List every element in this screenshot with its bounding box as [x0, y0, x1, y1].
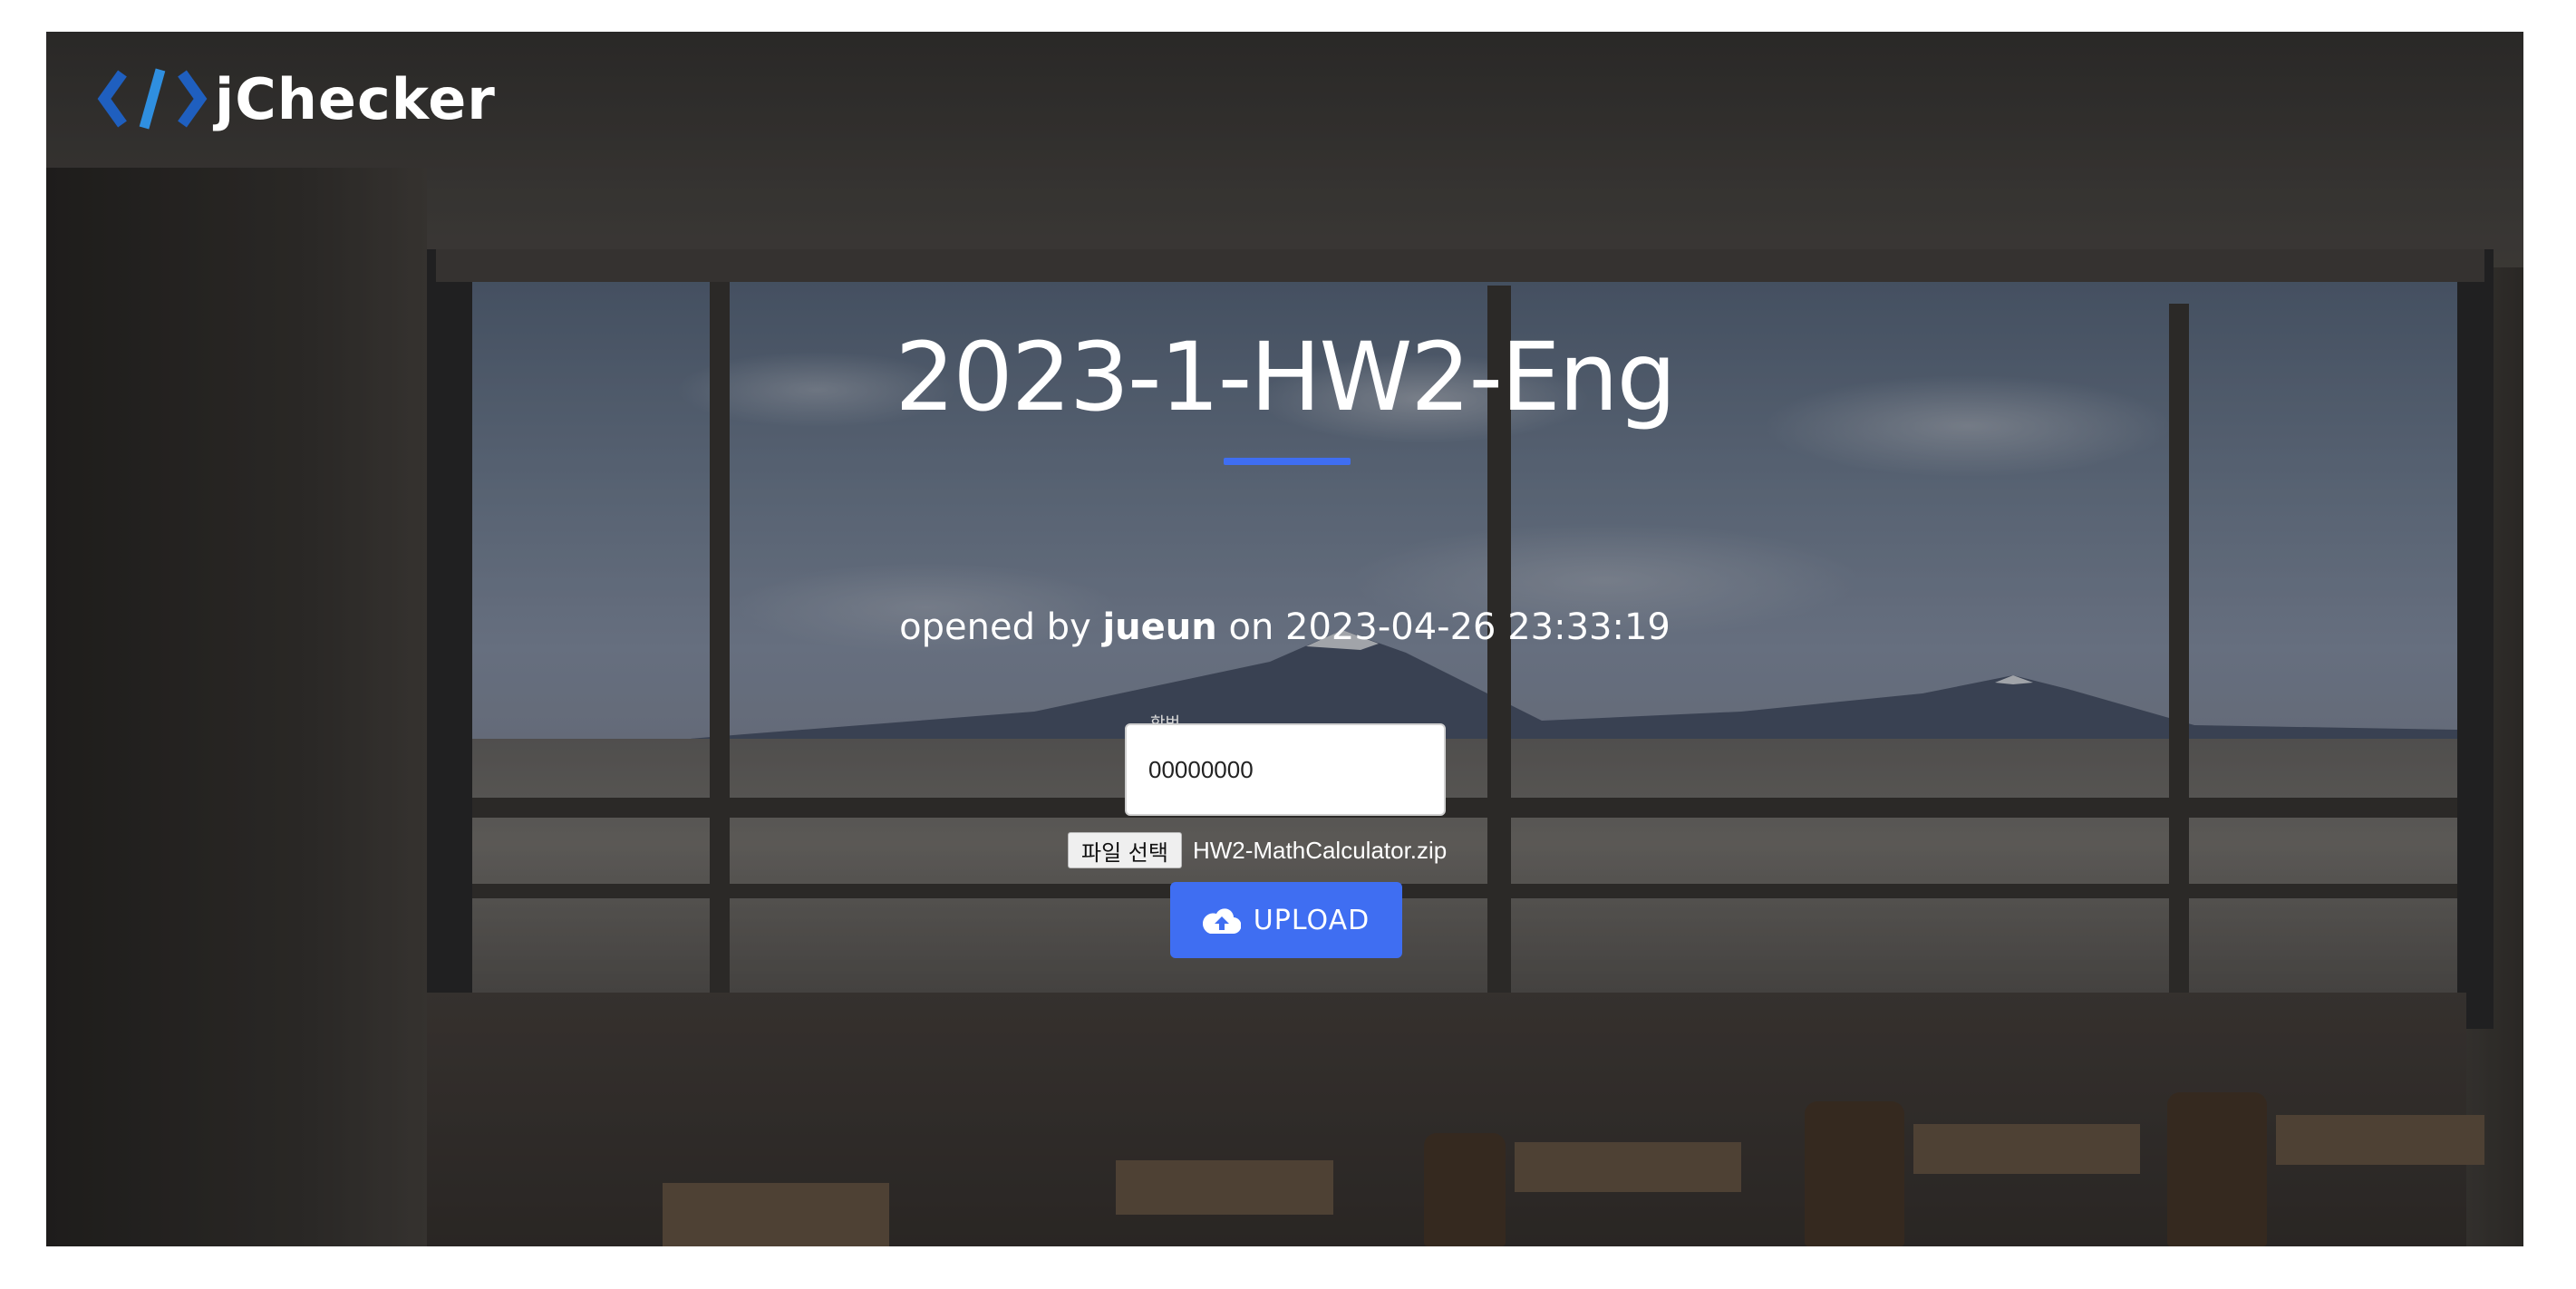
choose-file-button[interactable]: 파일 선택: [1068, 832, 1182, 868]
upload-button[interactable]: UPLOAD: [1170, 882, 1402, 958]
title-underline: [1224, 458, 1351, 465]
brand-name: jChecker: [215, 65, 496, 132]
opened-prefix: opened by: [899, 606, 1091, 648]
brand-logo[interactable]: jChecker: [97, 61, 496, 137]
page-frame: jChecker 2023-1-HW2-Eng opened by jueun …: [46, 32, 2523, 1246]
student-id-input[interactable]: [1125, 723, 1446, 816]
assignment-title: 2023-1-HW2-Eng: [895, 322, 1676, 432]
opened-by-line: opened by jueun on 2023-04-26 23:33:19: [46, 606, 2523, 648]
author-name: jueun: [1102, 606, 1217, 648]
upload-label: UPLOAD: [1253, 904, 1370, 936]
code-brackets-icon: [97, 68, 208, 130]
opened-timestamp: 2023-04-26 23:33:19: [1285, 606, 1671, 648]
on-word: on: [1228, 606, 1274, 648]
selected-file-name: HW2-MathCalculator.zip: [1192, 836, 1448, 864]
cloud-upload-icon: [1202, 908, 1241, 934]
file-picker: 파일 선택 HW2-MathCalculator.zip: [1068, 831, 1447, 869]
